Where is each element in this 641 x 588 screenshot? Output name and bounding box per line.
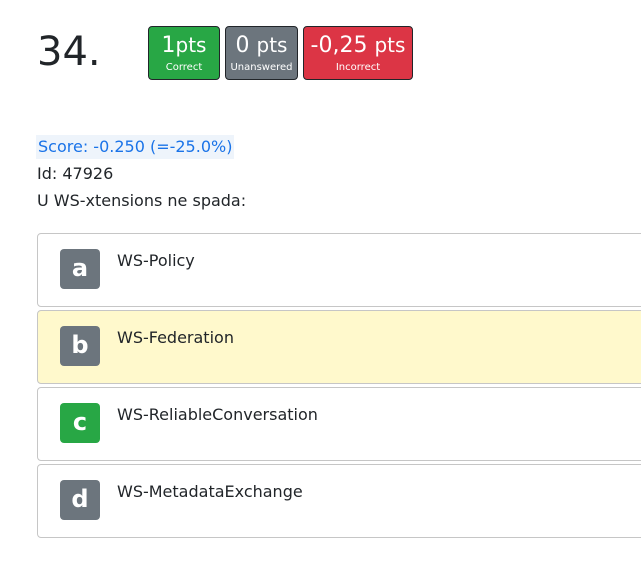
answer-option-a[interactable]: a WS-Policy [37, 233, 641, 307]
answer-letter-badge: a [60, 249, 100, 289]
answer-option-c[interactable]: c WS-ReliableConversation [37, 387, 641, 461]
incorrect-points-badge: -0,25 pts Incorrect [303, 26, 413, 80]
answer-text: WS-Policy [117, 251, 195, 270]
correct-points-label: Correct [165, 62, 203, 73]
answer-letter-badge: b [60, 326, 100, 366]
answer-text: WS-MetadataExchange [117, 482, 303, 501]
question-text: U WS-xtensions ne spada: [37, 191, 247, 210]
correct-points-unit: pts [175, 33, 207, 57]
answer-text: WS-Federation [117, 328, 234, 347]
correct-points-value: 1 [161, 33, 176, 58]
incorrect-points-unit: pts [374, 33, 406, 57]
answer-option-d[interactable]: d WS-MetadataExchange [37, 464, 641, 538]
answer-list: a WS-Policy b WS-Federation c WS-Reliabl… [37, 233, 641, 541]
incorrect-points-label: Incorrect [335, 62, 381, 73]
question-number: 34. [37, 29, 101, 75]
unanswered-points-badge: 0 pts Unanswered [225, 26, 298, 80]
answer-letter-badge: d [60, 480, 100, 520]
points-badges: 1pts Correct 0 pts Unanswered -0,25 pts … [148, 26, 413, 80]
answer-text: WS-ReliableConversation [117, 405, 318, 424]
question-id: Id: 47926 [37, 164, 114, 183]
incorrect-points-value: -0,25 [310, 33, 368, 58]
correct-points-badge: 1pts Correct [148, 26, 220, 80]
unanswered-points-label: Unanswered [230, 62, 293, 73]
unanswered-points-unit: pts [256, 33, 288, 57]
question-score: Score: -0.250 (=-25.0%) [36, 135, 235, 159]
answer-option-b[interactable]: b WS-Federation [37, 310, 641, 384]
unanswered-points-value: 0 [235, 33, 250, 58]
answer-letter-badge: c [60, 403, 100, 443]
